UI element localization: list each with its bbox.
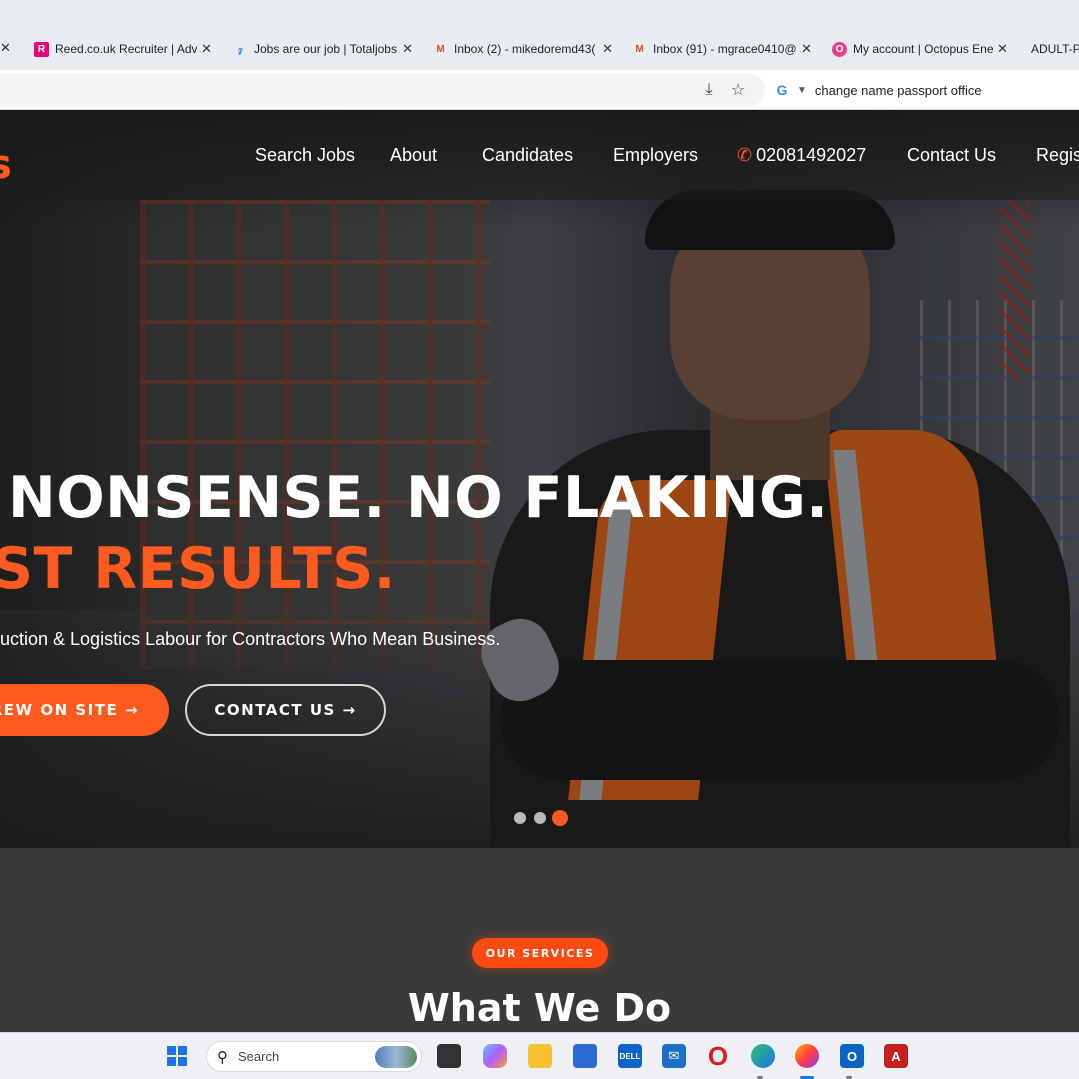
nav-candidates[interactable]: Candidates <box>482 145 573 166</box>
slider-dot[interactable] <box>534 812 546 824</box>
browser-tab-strip: ✕ R Reed.co.uk Recruiter | Adve ✕ 𝓏 Jobs… <box>0 0 1079 70</box>
chevron-down-icon[interactable]: ▼ <box>797 85 807 96</box>
nav-about[interactable]: About <box>390 145 437 166</box>
file-explorer-icon[interactable] <box>528 1044 552 1068</box>
tab-close-icon[interactable]: ✕ <box>201 41 212 57</box>
tab-close-icon[interactable]: ✕ <box>997 41 1008 57</box>
search-query: change name passport office <box>814 82 982 98</box>
search-box[interactable]: G ▼ change name passport office <box>765 76 1079 104</box>
services-section: OUR SERVICES What We Do <box>0 848 1079 1032</box>
slider-dot[interactable] <box>514 812 526 824</box>
windows-start-icon[interactable] <box>165 1044 189 1068</box>
acrobat-icon[interactable]: A <box>884 1044 908 1068</box>
tab-title: Inbox (2) - mikedoremd43( <box>454 42 596 56</box>
edge-icon[interactable] <box>751 1044 775 1068</box>
hero-headline-line-2: ST RESULTS. <box>0 536 396 602</box>
phone-number: 02081492027 <box>756 145 867 165</box>
services-title: What We Do <box>407 986 672 1030</box>
services-badge: OUR SERVICES <box>472 938 608 968</box>
nav-search-jobs[interactable]: Search Jobs <box>255 145 355 166</box>
firefox-icon[interactable] <box>795 1044 819 1068</box>
contact-us-button[interactable]: CONTACT US → <box>185 684 386 736</box>
nav-employers[interactable]: Employers <box>613 145 698 166</box>
nav-contact-us[interactable]: Contact Us <box>907 145 996 166</box>
tab-title: Inbox (91) - mgrace0410@ <box>653 42 797 56</box>
nav-register[interactable]: Regist <box>1036 145 1079 166</box>
totaljobs-favicon-icon: 𝓏 <box>238 43 243 55</box>
nav-phone[interactable]: ✆ 02081492027 <box>737 145 866 166</box>
tab-title: Jobs are our job | Totaljobs <box>254 42 397 56</box>
octopus-favicon-icon: O <box>832 41 847 57</box>
copilot-icon[interactable] <box>483 1044 507 1068</box>
gmail-favicon-icon: M <box>635 43 644 55</box>
mail-app-icon[interactable]: ✉ <box>662 1044 686 1068</box>
browser-tab[interactable]: R Reed.co.uk Recruiter | Adve ✕ <box>34 36 212 62</box>
tab-close-icon[interactable]: ✕ <box>0 40 11 56</box>
site-navbar: s Search Jobs About Candidates Employers… <box>0 110 1079 200</box>
tab-close-icon[interactable]: ✕ <box>801 41 812 57</box>
opera-icon[interactable]: O <box>706 1041 730 1071</box>
hero-section: s Search Jobs About Candidates Employers… <box>0 110 1079 848</box>
outlook-icon[interactable]: O <box>840 1044 864 1068</box>
browser-tab[interactable]: O My account | Octopus Ener ✕ <box>832 36 1012 62</box>
phone-icon: ✆ <box>737 145 753 165</box>
hero-subtitle: uction & Logistics Labour for Contractor… <box>0 629 501 649</box>
install-app-icon[interactable]: ⤓ <box>699 80 719 100</box>
search-highlight-icon <box>375 1046 417 1068</box>
taskbar-search-placeholder: Search <box>238 1049 280 1064</box>
browser-tab[interactable]: ADULT-PA <box>1031 36 1079 62</box>
get-crew-on-site-button[interactable]: REW ON SITE → <box>0 684 169 736</box>
browser-tab[interactable]: M Inbox (2) - mikedoremd43( ✕ <box>433 36 613 62</box>
bookmark-star-icon[interactable]: ☆ <box>728 80 748 100</box>
slider-dot-active[interactable] <box>552 810 568 826</box>
windows-taskbar: ⚲ Search DELL ✉ O O A <box>0 1032 1079 1079</box>
tab-close-icon[interactable]: ✕ <box>602 41 613 57</box>
hero-headline-line-1: NONSENSE. NO FLAKING. <box>8 465 829 531</box>
dell-icon[interactable]: DELL <box>618 1044 642 1068</box>
taskbar-search[interactable]: ⚲ Search <box>206 1041 422 1072</box>
browser-tab[interactable]: 𝓏 Jobs are our job | Totaljobs ✕ <box>233 36 413 62</box>
site-logo[interactable]: s <box>0 142 12 188</box>
tab-title: Reed.co.uk Recruiter | Adve <box>55 42 198 56</box>
reed-favicon-icon: R <box>34 41 49 57</box>
tab-title: My account | Octopus Ener <box>853 42 993 56</box>
microsoft-store-icon[interactable] <box>573 1044 597 1068</box>
url-field[interactable] <box>0 74 765 106</box>
website: s Search Jobs About Candidates Employers… <box>0 110 1079 1032</box>
google-icon: G <box>776 82 788 98</box>
tab-close-icon[interactable]: ✕ <box>402 41 413 57</box>
tab-title: ADULT-PA <box>1031 42 1079 56</box>
browser-tab[interactable]: M Inbox (91) - mgrace0410@ ✕ <box>632 36 812 62</box>
address-bar: ⤓ ☆ G ▼ change name passport office <box>0 70 1079 110</box>
gmail-favicon-icon: M <box>436 43 445 55</box>
task-view-icon[interactable] <box>437 1044 461 1068</box>
search-icon: ⚲ <box>217 1048 228 1066</box>
